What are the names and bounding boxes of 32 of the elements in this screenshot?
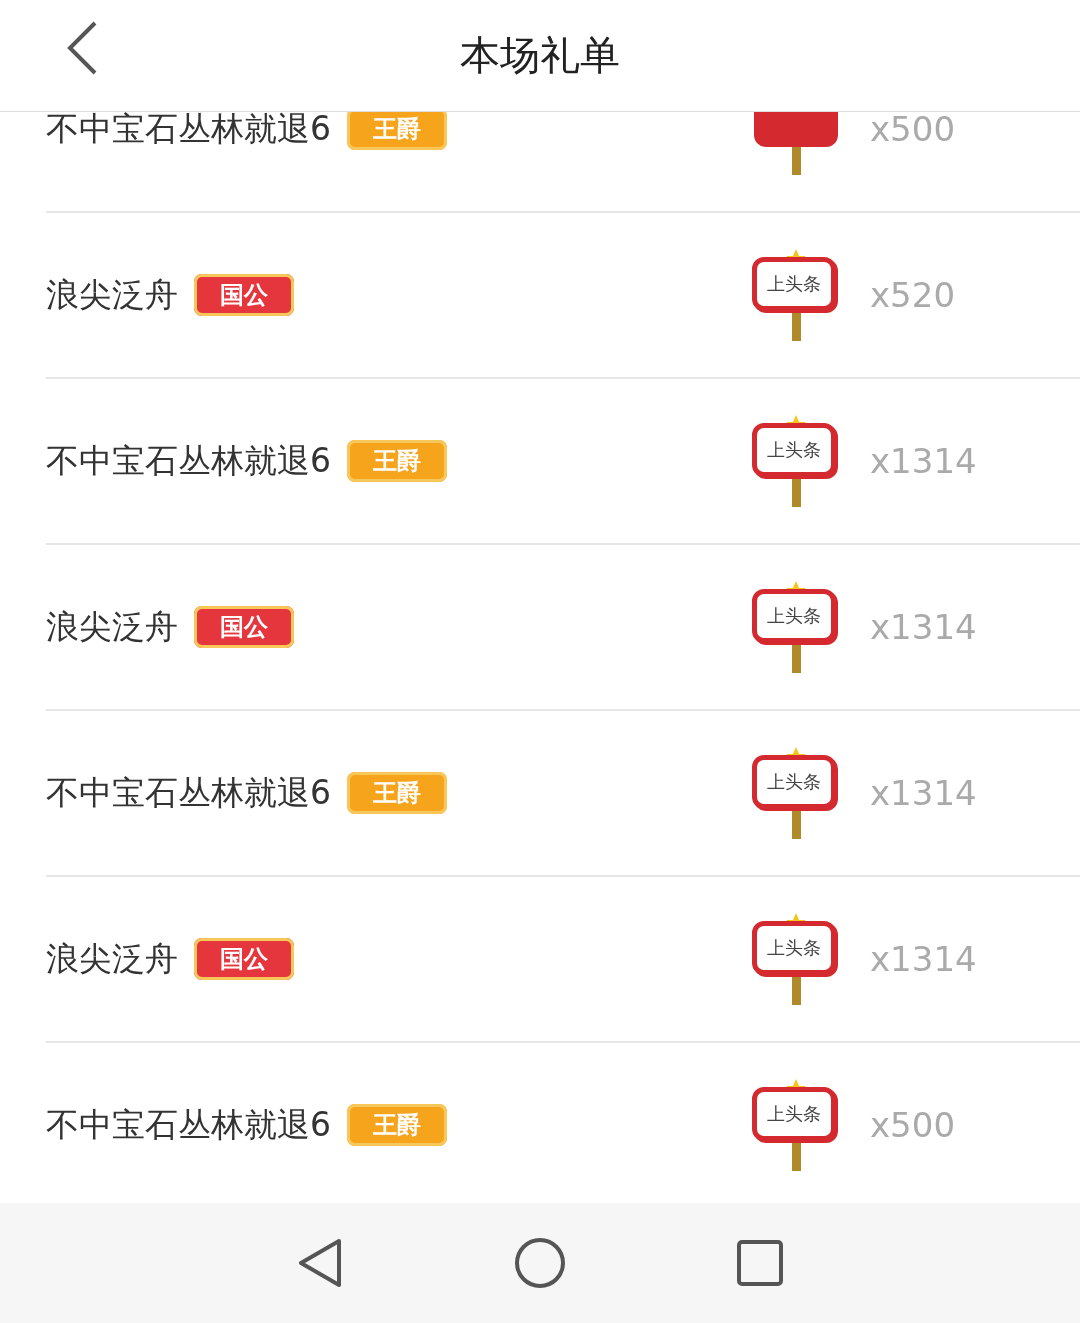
sign-label: 上头条: [752, 921, 836, 975]
rank-badge: 国公: [194, 938, 294, 980]
rank-badge: 王爵: [347, 772, 447, 814]
sender-name: 不中宝石丛林就退6: [46, 1103, 331, 1146]
back-icon: [65, 20, 99, 76]
gift-count: x1314: [870, 773, 978, 813]
sender-name: 浪尖泛舟: [46, 273, 178, 316]
rank-badge: 国公: [194, 606, 294, 648]
sign-label: 上头条: [752, 423, 836, 477]
rank-badge: 王爵: [347, 1104, 447, 1146]
gift-count: x1314: [870, 939, 978, 979]
gift-count: x520: [870, 275, 957, 315]
gift-count: x1314: [870, 607, 978, 647]
gift-count: x500: [870, 112, 957, 149]
sender-name: 浪尖泛舟: [46, 605, 178, 648]
gift-count: x1314: [870, 441, 978, 481]
rank-badge: 王爵: [347, 440, 447, 482]
sign-label: 上头条: [752, 257, 836, 311]
page-title: 本场礼单: [460, 31, 620, 80]
rank-badge: 国公: [194, 274, 294, 316]
sender-name: 浪尖泛舟: [46, 937, 178, 980]
circle-icon: [514, 1237, 566, 1289]
sender-name: 不中宝石丛林就退6: [46, 771, 331, 814]
sign-label: 上头条: [752, 589, 836, 643]
triangle-icon: [297, 1238, 343, 1288]
sender-name: 不中宝石丛林就退6: [46, 439, 331, 482]
sign-label: 上头条: [752, 755, 836, 809]
gift-count: x500: [870, 1105, 957, 1145]
sender-name: 不中宝石丛林就退6: [46, 112, 331, 150]
rank-badge: 王爵: [347, 112, 447, 150]
sign-label: 上头条: [752, 1087, 836, 1141]
square-icon: [737, 1240, 783, 1286]
